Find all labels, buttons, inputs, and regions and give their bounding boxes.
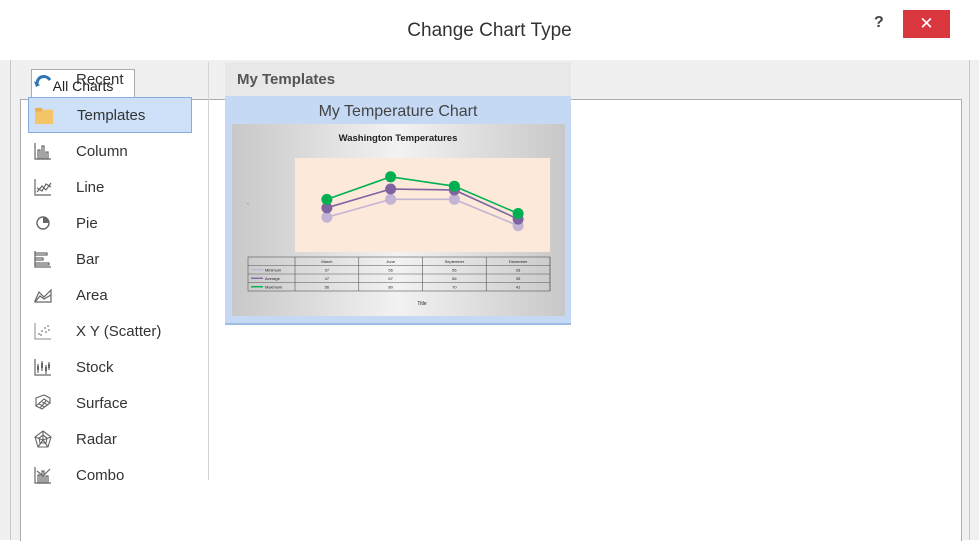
pie-chart-icon: [34, 214, 52, 232]
template-thumbnail: Washington Temperatures . March June Septe…: [232, 124, 565, 316]
data-point: [321, 211, 333, 223]
category-label: Column: [76, 142, 128, 160]
stock-chart-icon: [34, 358, 52, 376]
table-value: 80: [388, 285, 393, 290]
table-value: 37: [325, 268, 330, 273]
table-value: 56: [452, 268, 457, 273]
template-item[interactable]: My Temperature Chart Washington Temperat…: [225, 96, 571, 325]
recent-icon: [34, 70, 52, 88]
category-scatter[interactable]: X Y (Scatter): [28, 313, 192, 349]
line-chart-icon: [34, 178, 52, 196]
data-point: [321, 193, 333, 205]
category-label: Pie: [76, 214, 98, 232]
surface-chart-icon: [34, 394, 52, 412]
category-label: Templates: [77, 106, 146, 124]
help-button[interactable]: ?: [874, 14, 884, 32]
chart-preview: Washington Temperatures . March June Septe…: [232, 124, 565, 316]
category-label: Line: [76, 178, 105, 196]
area-chart-icon: [34, 286, 52, 304]
data-point: [385, 183, 397, 195]
table-value: 41: [516, 285, 521, 290]
chart-title: Washington Temperatures: [339, 133, 458, 144]
category-area[interactable]: Area: [28, 277, 192, 313]
category-label: Surface: [76, 394, 128, 412]
category-combo[interactable]: Combo: [28, 457, 192, 493]
scatter-chart-icon: [34, 322, 52, 340]
legend-label: Maximum: [265, 285, 283, 290]
template-name: My Temperature Chart: [318, 103, 478, 120]
window-frame-left: [0, 0, 11, 540]
legend-label: Average: [265, 276, 281, 281]
table-value: 56: [388, 268, 393, 273]
plot-area: [295, 158, 550, 252]
table-value: 56: [325, 285, 330, 290]
templates-header: My Templates: [225, 62, 571, 96]
data-point: [448, 180, 460, 192]
table-value: 67: [388, 276, 393, 281]
dialog-title: Change Chart Type: [407, 20, 572, 41]
table-value: 35: [516, 276, 521, 281]
table-category-label: March: [321, 259, 332, 264]
x-axis-title: Title: [417, 301, 426, 307]
y-axis-mark: .: [247, 199, 249, 206]
category-line[interactable]: Line: [28, 169, 192, 205]
close-button[interactable]: ✕: [903, 10, 950, 38]
title-bar: Change Chart Type ? ✕: [0, 0, 979, 60]
data-point: [512, 207, 524, 219]
category-label: Radar: [76, 430, 117, 448]
combo-chart-icon: [34, 466, 52, 484]
category-surface[interactable]: Surface: [28, 385, 192, 421]
chart-category-list: Recent Templates Column Line Pie Bar Are…: [28, 61, 192, 493]
table-value: 47: [325, 276, 330, 281]
bar-chart-icon: [34, 250, 52, 268]
radar-chart-icon: [34, 430, 52, 448]
table-category-label: June: [386, 259, 395, 264]
category-templates[interactable]: Templates: [28, 97, 192, 133]
folder-icon: [35, 107, 53, 125]
data-point: [385, 193, 397, 205]
template-card-border: [225, 323, 571, 325]
data-point: [385, 171, 397, 183]
data-point: [448, 193, 460, 205]
category-label: Bar: [76, 250, 100, 268]
category-column[interactable]: Column: [28, 133, 192, 169]
legend-label: Minimum: [265, 268, 282, 273]
table-value: 28: [516, 268, 521, 273]
category-pie[interactable]: Pie: [28, 205, 192, 241]
table-value: 70: [452, 285, 457, 290]
category-label: Recent: [76, 70, 124, 88]
table-category-label: September: [445, 259, 465, 264]
window-frame-right: [969, 0, 979, 540]
table-value: 66: [452, 276, 457, 281]
category-bar[interactable]: Bar: [28, 241, 192, 277]
table-category-label: December: [509, 259, 528, 264]
category-stock[interactable]: Stock: [28, 349, 192, 385]
category-divider: [208, 62, 209, 480]
category-label: Combo: [76, 466, 125, 484]
category-recent[interactable]: Recent: [28, 61, 192, 97]
category-label: X Y (Scatter): [76, 322, 162, 340]
column-chart-icon: [34, 142, 52, 160]
category-label: Stock: [76, 358, 114, 376]
category-radar[interactable]: Radar: [28, 421, 192, 457]
category-label: Area: [76, 286, 108, 304]
